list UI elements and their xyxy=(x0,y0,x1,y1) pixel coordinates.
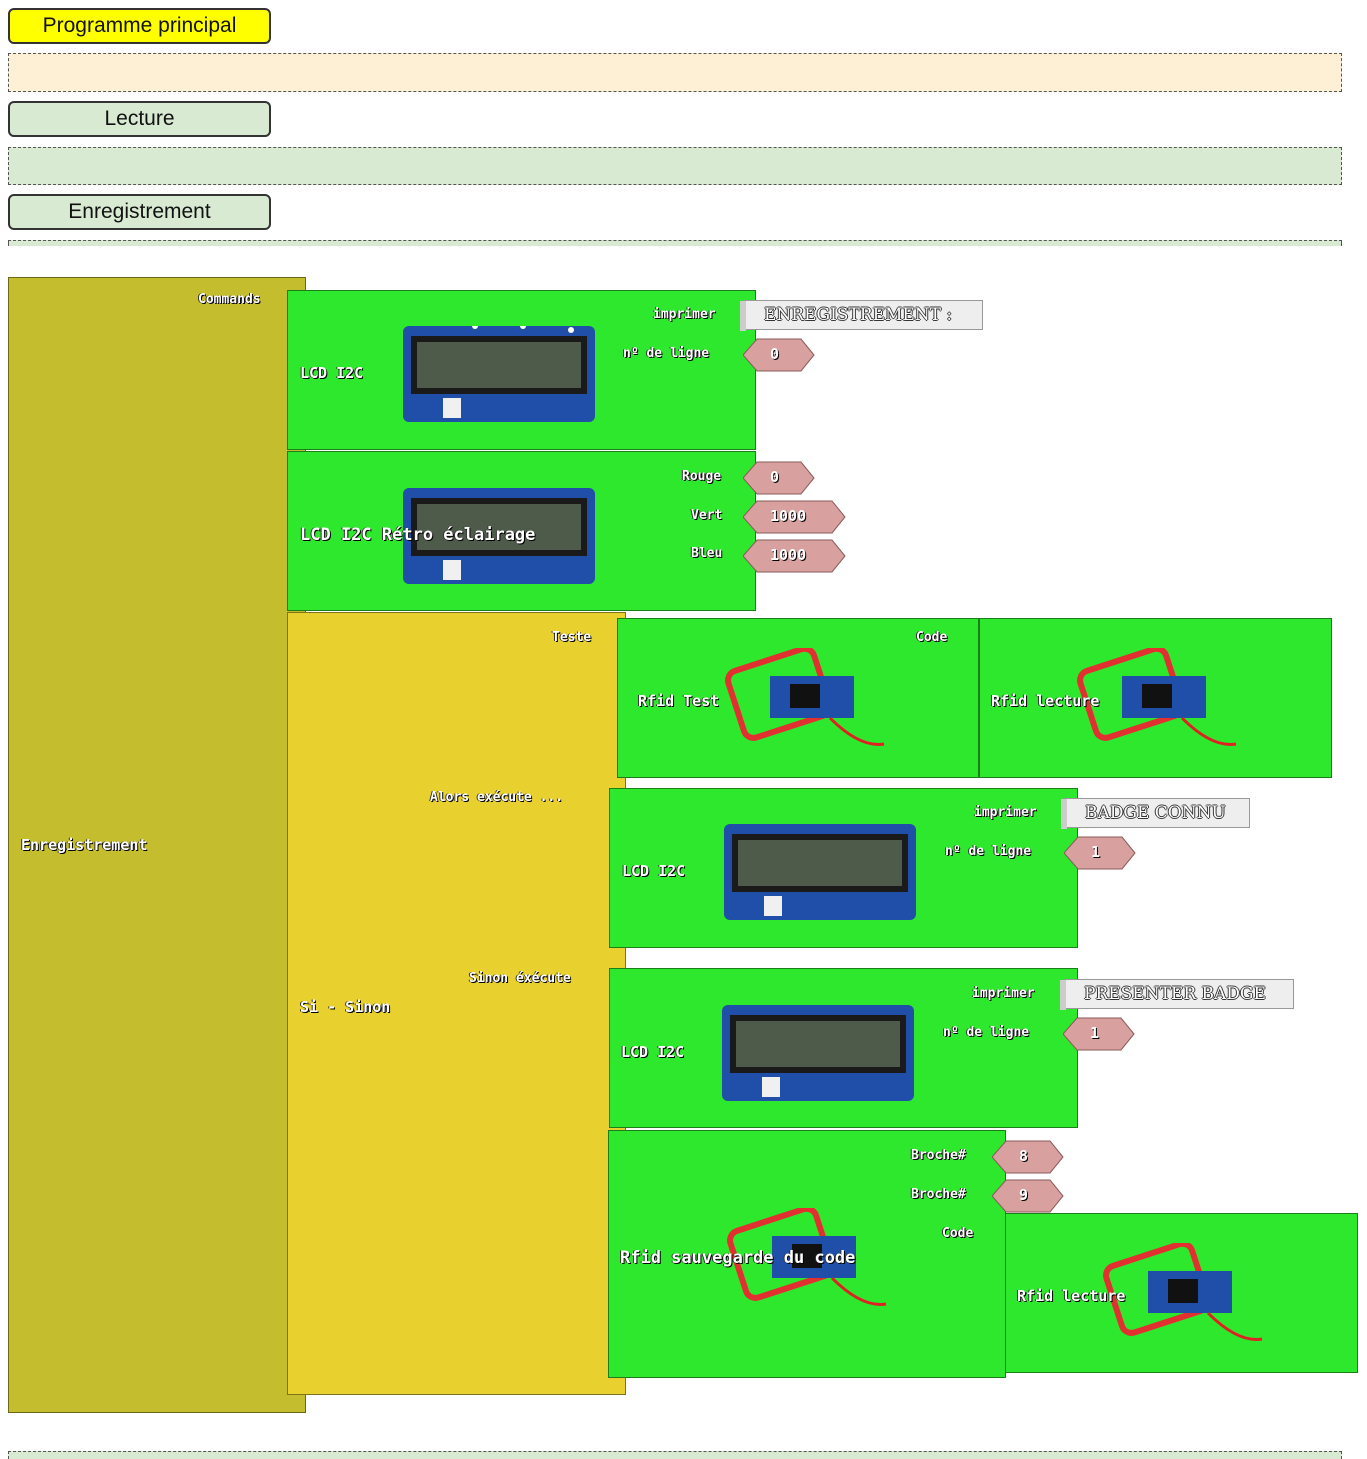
commands-label: Commands xyxy=(198,292,261,307)
line-value[interactable]: 0 xyxy=(770,345,779,363)
line-label: nº de ligne xyxy=(623,346,710,361)
lecture-band xyxy=(8,147,1342,185)
pin-value-1[interactable]: 8 xyxy=(1019,1147,1028,1165)
text-input[interactable]: ENREGISTREMENT : xyxy=(740,300,983,331)
lcd-module-image xyxy=(403,326,595,422)
lcd-label: LCD I2C xyxy=(622,862,686,880)
enregistrement-band xyxy=(8,240,1342,246)
rfid-read-label: Rfid lecture xyxy=(991,692,1100,710)
rfid-test-label: Rfid Test xyxy=(638,692,720,710)
text-input[interactable]: BADGE CONNU xyxy=(1061,798,1250,829)
tab-lecture[interactable]: Lecture xyxy=(8,101,271,137)
lcd-module-image xyxy=(724,824,916,920)
code-label: Code xyxy=(916,630,948,645)
tab-programme-principal[interactable]: Programme principal xyxy=(8,8,271,44)
lcd-label: LCD I2C xyxy=(300,364,364,382)
lcd-module-image xyxy=(722,1005,914,1101)
blue-label: Bleu xyxy=(691,546,723,561)
lcd-label: LCD I2C xyxy=(621,1043,685,1061)
line-label: nº de ligne xyxy=(945,844,1032,859)
pin-value-2[interactable]: 9 xyxy=(1019,1186,1028,1204)
if-else-label: Si - Sinon xyxy=(300,998,391,1016)
line-value[interactable]: 1 xyxy=(1090,1024,1099,1042)
else-label: Sinon éxécute xyxy=(469,971,571,986)
tab-enregistrement[interactable]: Enregistrement xyxy=(8,194,271,230)
backlight-label: LCD I2C Rétro éclairage xyxy=(300,525,536,545)
green-value[interactable]: 1000 xyxy=(770,507,806,525)
function-name: Enregistrement xyxy=(21,836,148,854)
print-label: imprimer xyxy=(653,307,716,322)
blue-value[interactable]: 1000 xyxy=(770,546,806,564)
red-value[interactable]: 0 xyxy=(770,468,779,486)
rfid-module-image xyxy=(725,648,885,746)
test-label: Teste xyxy=(552,630,592,645)
rfid-save-label: Rfid sauvegarde du code xyxy=(620,1248,856,1268)
code-label: Code xyxy=(942,1226,974,1241)
text-input[interactable]: PRESENTER BADGE xyxy=(1060,979,1294,1010)
line-value[interactable]: 1 xyxy=(1091,843,1100,861)
print-label: imprimer xyxy=(972,986,1035,1001)
pin-label-1: Broche# xyxy=(911,1148,966,1163)
bottom-band xyxy=(8,1451,1342,1459)
then-label: Alors exécute ... xyxy=(430,790,564,805)
pin-label-2: Broche# xyxy=(911,1187,966,1202)
green-label: Vert xyxy=(691,508,723,523)
red-label: Rouge xyxy=(682,469,722,484)
rfid-read-label: Rfid lecture xyxy=(1017,1287,1126,1305)
print-label: imprimer xyxy=(974,805,1037,820)
programme-principal-band xyxy=(8,53,1342,92)
line-label: nº de ligne xyxy=(943,1025,1030,1040)
